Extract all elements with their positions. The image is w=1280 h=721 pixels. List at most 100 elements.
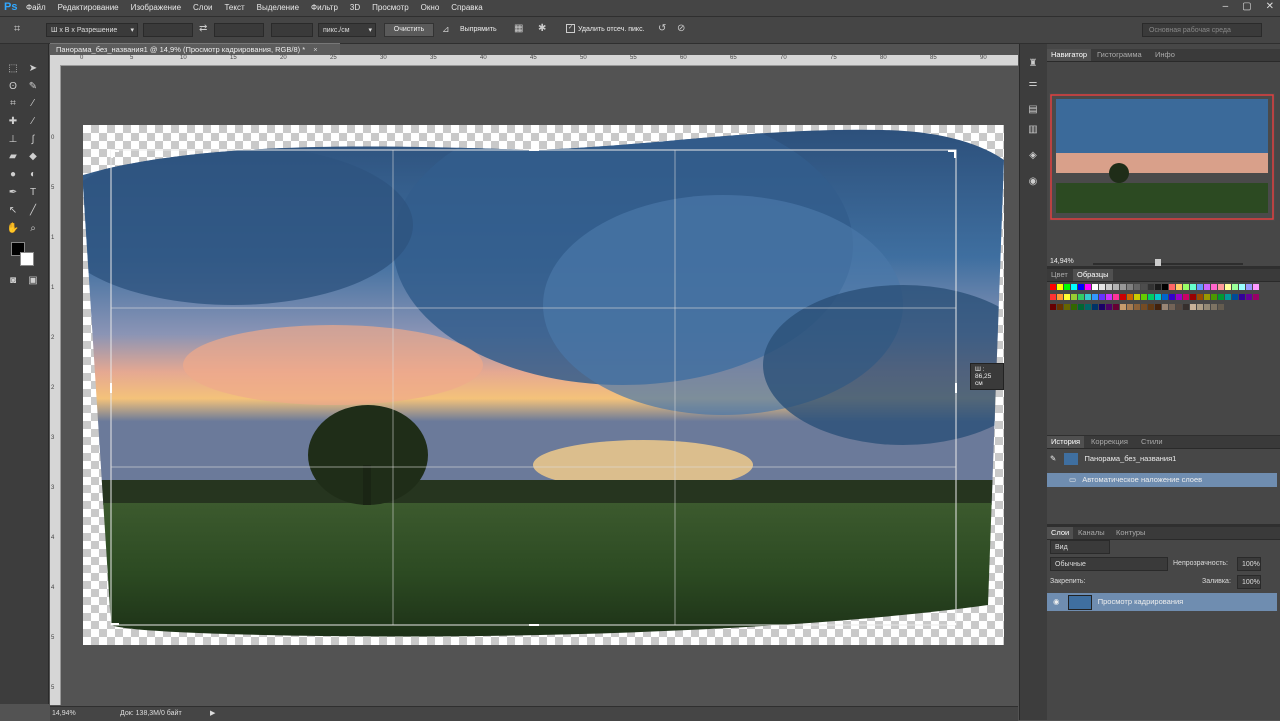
close-tab-icon[interactable]: × — [313, 45, 317, 54]
cancel-icon[interactable]: ⊘ — [677, 23, 685, 34]
line-icon[interactable]: ╱ — [26, 204, 40, 218]
color-swatch[interactable] — [1239, 294, 1245, 300]
dodge-icon[interactable]: ◐ — [26, 168, 40, 182]
color-swatch[interactable] — [1064, 304, 1070, 310]
quick-mask-icon[interactable]: ◙ — [6, 274, 20, 288]
pen-icon[interactable]: ✒ — [6, 186, 20, 200]
fill-field[interactable]: 100% — [1237, 575, 1261, 589]
menu-view[interactable]: Просмотр — [372, 3, 409, 12]
color-swatch[interactable] — [1127, 304, 1133, 310]
document-tab[interactable]: Панорама_без_названия1 @ 14,9% (Просмотр… — [50, 43, 340, 55]
color-swatch[interactable] — [1071, 304, 1077, 310]
tab-history[interactable]: История — [1047, 436, 1085, 448]
brush-preset-icon[interactable]: ◉ — [1027, 176, 1039, 188]
color-swatch[interactable] — [1099, 304, 1105, 310]
color-swatch[interactable] — [1127, 294, 1133, 300]
menu-file[interactable]: Файл — [26, 3, 46, 12]
color-swatch[interactable] — [1078, 294, 1084, 300]
paint-bucket-icon[interactable]: ◆ — [26, 150, 40, 164]
units-select[interactable]: пикс./см ▾ — [318, 23, 376, 37]
color-swatch[interactable] — [1225, 294, 1231, 300]
color-swatch[interactable] — [1232, 294, 1238, 300]
color-swatch[interactable] — [1092, 284, 1098, 290]
workspace-select[interactable]: Основная рабочая среда — [1142, 23, 1262, 37]
color-swatch[interactable] — [1050, 304, 1056, 310]
color-swatch[interactable] — [1176, 294, 1182, 300]
tab-color[interactable]: Цвет — [1047, 269, 1072, 281]
zoom-level[interactable]: 14,94% — [52, 707, 76, 721]
swap-icon[interactable]: ⇄ — [199, 23, 207, 34]
color-swatch[interactable] — [1064, 284, 1070, 290]
color-swatch[interactable] — [1050, 284, 1056, 290]
color-swatch[interactable] — [1162, 304, 1168, 310]
history-snapshot[interactable]: ✎ Панорама_без_названия1 — [1047, 450, 1277, 468]
tool-presets-icon[interactable]: ♜ — [1027, 58, 1039, 70]
color-swatch[interactable] — [1113, 284, 1119, 290]
color-swatch[interactable] — [1057, 294, 1063, 300]
color-swatch[interactable] — [1197, 284, 1203, 290]
color-swatch[interactable] — [1071, 294, 1077, 300]
color-swatch[interactable] — [1211, 304, 1217, 310]
status-menu-icon[interactable]: ▶ — [210, 707, 215, 721]
color-swatch[interactable] — [1134, 294, 1140, 300]
color-swatch[interactable] — [1204, 304, 1210, 310]
color-swatch[interactable] — [1148, 284, 1154, 290]
color-swatch[interactable] — [1211, 294, 1217, 300]
menu-3d[interactable]: 3D — [350, 3, 360, 12]
color-swatch[interactable] — [1183, 284, 1189, 290]
tab-histogram[interactable]: Гистограмма — [1093, 49, 1146, 61]
brush-icon[interactable]: ∕ — [26, 115, 40, 129]
color-swatch[interactable] — [1141, 304, 1147, 310]
color-swatch[interactable] — [1148, 304, 1154, 310]
layer-row[interactable]: ◉ Просмотр кадрирования — [1047, 593, 1277, 611]
color-swatch[interactable] — [1113, 304, 1119, 310]
clear-button[interactable]: Очистить — [384, 23, 434, 37]
color-swatch[interactable] — [1085, 284, 1091, 290]
color-swatch[interactable] — [1169, 284, 1175, 290]
menu-filter[interactable]: Фильтр — [311, 3, 338, 12]
color-swatch[interactable] — [1141, 294, 1147, 300]
color-swatch[interactable] — [1155, 294, 1161, 300]
color-swatch[interactable] — [1120, 284, 1126, 290]
color-swatch[interactable] — [1183, 304, 1189, 310]
path-select-icon[interactable]: ↖ — [6, 204, 20, 218]
color-swatch[interactable] — [1092, 304, 1098, 310]
color-swatch[interactable] — [1211, 284, 1217, 290]
color-swatch[interactable] — [1204, 284, 1210, 290]
color-swatch[interactable] — [1106, 304, 1112, 310]
healing-icon[interactable]: ✚ — [6, 115, 20, 129]
color-swatch[interactable] — [1057, 284, 1063, 290]
visibility-eye-icon[interactable]: ◉ — [1053, 597, 1060, 606]
color-swatch[interactable] — [1071, 284, 1077, 290]
lasso-icon[interactable]: ʘ — [6, 80, 20, 94]
eraser-icon[interactable]: ▰ — [6, 150, 20, 164]
color-swatch[interactable] — [1148, 294, 1154, 300]
color-swatch[interactable] — [1190, 304, 1196, 310]
opacity-field[interactable]: 100% — [1237, 557, 1261, 571]
resolution-field[interactable] — [271, 23, 313, 37]
color-swatch[interactable] — [1197, 294, 1203, 300]
color-swatch[interactable] — [1120, 294, 1126, 300]
color-swatch[interactable] — [1134, 284, 1140, 290]
tab-layers[interactable]: Слои — [1047, 527, 1074, 539]
adjust-icon[interactable]: ⚌ — [1027, 78, 1039, 90]
color-swatch[interactable] — [1162, 284, 1168, 290]
color-swatch[interactable] — [1078, 304, 1084, 310]
height-field[interactable] — [214, 23, 264, 37]
color-swatch[interactable] — [1232, 284, 1238, 290]
color-swatch[interactable] — [1155, 304, 1161, 310]
layer-filter-select[interactable]: Вид — [1050, 540, 1110, 554]
color-swatch[interactable] — [1099, 284, 1105, 290]
gear-icon[interactable]: ✱ — [538, 23, 546, 34]
navigator-preview[interactable] — [1049, 93, 1275, 221]
blend-mode-select[interactable]: Обычные — [1050, 557, 1168, 571]
history-brush-icon[interactable]: ∫ — [26, 133, 40, 147]
menu-edit[interactable]: Редактирование — [58, 3, 119, 12]
paragraph-icon[interactable]: ▥ — [1027, 124, 1039, 136]
quick-select-icon[interactable]: ✎ — [26, 80, 40, 94]
color-swatch[interactable] — [1113, 294, 1119, 300]
color-swatch[interactable] — [1099, 294, 1105, 300]
move-icon[interactable]: ➤ — [26, 62, 40, 76]
document-canvas[interactable]: Ш : 86,25 см — [83, 125, 1004, 645]
history-state[interactable]: ▭ Автоматическое наложение слоев — [1047, 473, 1277, 487]
